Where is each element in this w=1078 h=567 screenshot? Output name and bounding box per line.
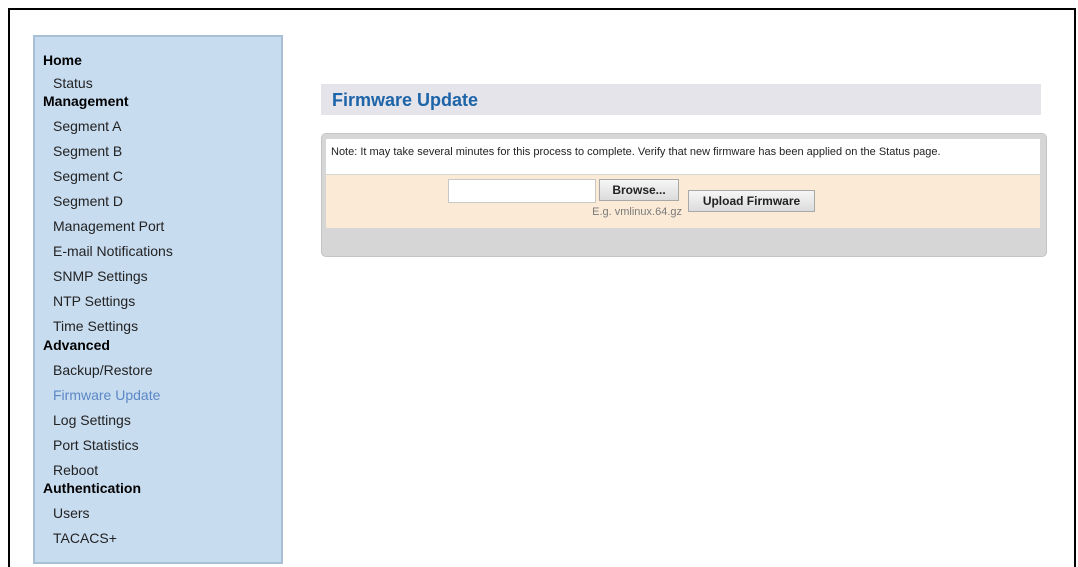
sidebar-section-advanced[interactable]: Advanced [43,337,110,353]
sidebar-item-management-port[interactable]: Management Port [53,218,164,234]
page-title-bar: Firmware Update [321,84,1041,115]
sidebar-item-time-settings[interactable]: Time Settings [53,318,138,334]
sidebar-item-snmp-settings[interactable]: SNMP Settings [53,268,148,284]
sidebar-item-home[interactable]: Home [43,52,82,68]
sidebar-item-tacacs[interactable]: TACACS+ [53,530,117,546]
sidebar-item-port-statistics[interactable]: Port Statistics [53,437,139,453]
filename-example-hint: E.g. vmlinux.64.gz [592,206,682,218]
sidebar-item-segment-d[interactable]: Segment D [53,193,123,209]
sidebar-item-users[interactable]: Users [53,505,90,521]
browse-button[interactable]: Browse... [599,179,679,201]
sidebar-item-segment-a[interactable]: Segment A [53,118,122,134]
sidebar-item-segment-c[interactable]: Segment C [53,168,123,184]
sidebar-item-ntp-settings[interactable]: NTP Settings [53,293,135,309]
firmware-upload-panel: Note: It may take several minutes for th… [321,133,1047,257]
note-text: Note: It may take several minutes for th… [331,146,941,158]
sidebar-section-authentication[interactable]: Authentication [43,480,141,496]
upload-firmware-button[interactable]: Upload Firmware [688,190,815,212]
firmware-file-input[interactable] [448,179,596,203]
upload-form-row: Browse... E.g. vmlinux.64.gz Upload Firm… [326,175,1040,228]
sidebar-item-backup-restore[interactable]: Backup/Restore [53,362,153,378]
page-title: Firmware Update [332,90,479,110]
sidebar-item-status[interactable]: Status [53,75,93,91]
sidebar-item-reboot[interactable]: Reboot [53,462,98,478]
sidebar-item-segment-b[interactable]: Segment B [53,143,122,159]
note-box: Note: It may take several minutes for th… [326,139,1040,174]
sidebar-item-log-settings[interactable]: Log Settings [53,412,131,428]
sidebar-item-email-notifications[interactable]: E-mail Notifications [53,243,173,259]
sidebar-nav: Home Status Management Segment A Segment… [33,35,283,564]
sidebar-section-management[interactable]: Management [43,93,129,109]
sidebar-item-firmware-update[interactable]: Firmware Update [53,387,160,403]
